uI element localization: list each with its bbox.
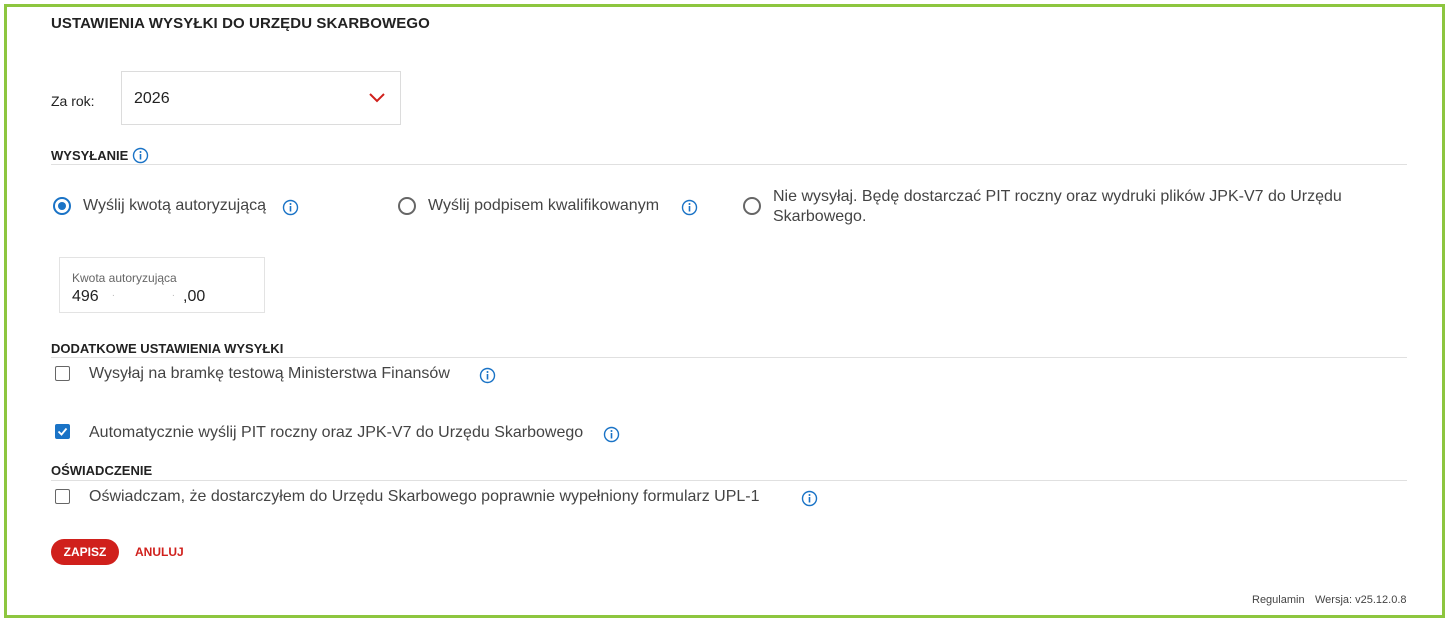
year-value: 2026 — [134, 90, 170, 107]
radio-do-not-send-label-line1: Nie wysyłaj. Będę dostarczać PIT roczny … — [773, 188, 1342, 205]
sending-section-label: WYSYŁANIE — [51, 148, 129, 163]
info-icon[interactable] — [681, 199, 698, 216]
info-icon[interactable] — [801, 490, 818, 507]
year-label: Za rok: — [51, 93, 95, 109]
amount-separator: . — [112, 288, 115, 299]
info-icon[interactable] — [282, 199, 299, 216]
save-button[interactable]: ZAPISZ — [51, 539, 119, 565]
cancel-button[interactable]: ANULUJ — [135, 545, 184, 559]
radio-qualified-signature-label[interactable]: Wyślij podpisem kwalifikowanym — [428, 197, 659, 215]
checkbox-auto-send-label[interactable]: Automatycznie wyślij PIT roczny oraz JPK… — [89, 424, 583, 442]
page-title: USTAWIENIA WYSYŁKI DO URZĘDU SKARBOWEGO — [51, 15, 430, 32]
extra-section-label: DODATKOWE USTAWIENIA WYSYŁKI — [51, 341, 284, 356]
authorizing-amount-input[interactable]: Kwota autoryzująca 496 . . ,00 — [59, 257, 265, 313]
year-select[interactable]: 2026 — [121, 71, 401, 125]
radio-qualified-signature[interactable] — [398, 197, 416, 215]
version-text: Wersja: v25.12.0.8 — [1315, 594, 1407, 606]
checkbox-upl1-statement-label[interactable]: Oświadczam, że dostarczyłem do Urzędu Sk… — [89, 488, 760, 506]
radio-authorizing-amount[interactable] — [53, 197, 71, 215]
info-icon[interactable] — [479, 367, 496, 384]
divider — [51, 357, 1407, 358]
authorizing-amount-value: 496 — [72, 288, 99, 305]
authorizing-amount-label: Kwota autoryzująca — [72, 271, 177, 285]
divider — [51, 164, 1407, 165]
terms-link[interactable]: Regulamin — [1252, 594, 1305, 606]
sending-section-header: WYSYŁANIE — [51, 147, 149, 164]
authorizing-amount-decimal: ,00 — [183, 288, 206, 305]
info-icon[interactable] — [603, 426, 620, 443]
checkbox-test-gateway-label[interactable]: Wysyłaj na bramkę testową Ministerstwa F… — [89, 365, 450, 383]
amount-separator: . — [172, 288, 175, 299]
radio-do-not-send-label[interactable]: Nie wysyłaj. Będę dostarczać PIT roczny … — [773, 187, 1342, 227]
divider — [51, 480, 1407, 481]
radio-authorizing-amount-label[interactable]: Wyślij kwotą autoryzującą — [83, 197, 266, 215]
settings-panel: USTAWIENIA WYSYŁKI DO URZĘDU SKARBOWEGO … — [4, 4, 1445, 618]
radio-do-not-send-label-line2: Skarbowego. — [773, 208, 867, 225]
chevron-down-icon — [369, 93, 385, 103]
statement-section-label: OŚWIADCZENIE — [51, 463, 153, 478]
checkbox-upl1-statement[interactable] — [55, 489, 70, 504]
info-icon[interactable] — [132, 147, 149, 164]
checkbox-auto-send[interactable] — [55, 424, 70, 439]
checkmark-icon — [57, 427, 68, 436]
checkbox-test-gateway[interactable] — [55, 366, 70, 381]
radio-do-not-send[interactable] — [743, 197, 761, 215]
